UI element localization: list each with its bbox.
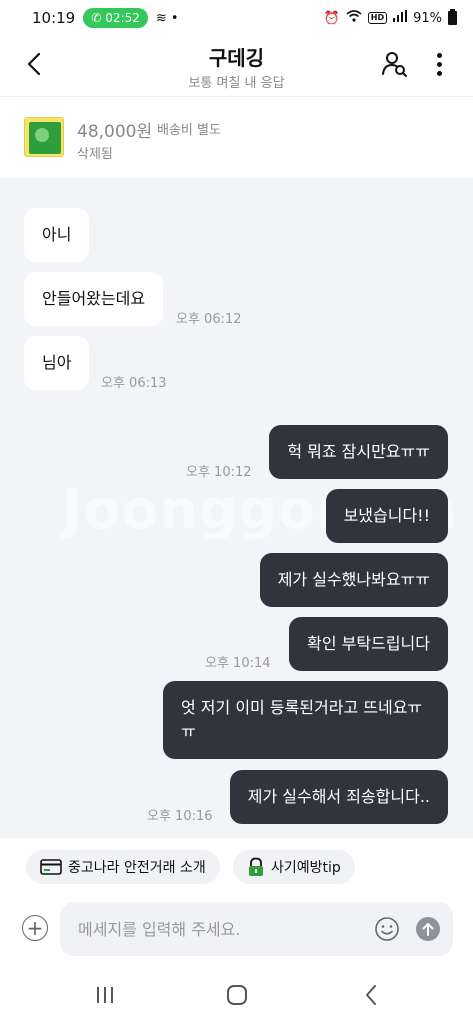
message-input-bar: +	[0, 896, 473, 966]
message-time: 오후 10:16	[147, 809, 213, 824]
notification-icons: ≋ •	[155, 10, 179, 26]
message-outgoing[interactable]: 보냈습니다!!	[325, 489, 448, 543]
message-outgoing[interactable]: 엇 저기 이미 등록된거라고 뜨네요ㅠ ㅠ	[163, 681, 448, 759]
system-back-button[interactable]	[356, 982, 386, 1008]
battery-percent: 91%	[413, 10, 442, 26]
send-button[interactable]	[416, 917, 440, 941]
message-time: 오후 06:13	[101, 376, 167, 391]
signal-icon	[393, 10, 408, 26]
emoji-button[interactable]	[374, 916, 400, 942]
message-time: 오후 10:14	[205, 656, 271, 671]
message-line: ㅠ	[181, 722, 196, 741]
recent-apps-icon	[97, 987, 113, 1003]
hd-icon: HD	[367, 12, 388, 24]
product-info[interactable]: 48,000원 배송비 별도 삭제됨	[0, 96, 473, 178]
attach-button[interactable]: +	[22, 915, 48, 941]
message-outgoing[interactable]: 제가 실수해서 죄송합니다..	[229, 770, 448, 824]
message-incoming[interactable]: 아니	[24, 208, 90, 262]
call-timer: 02:52	[105, 11, 140, 25]
status-bar: 10:19 ✆ 02:52 ≋ • ⏰ HD 91%	[0, 0, 473, 36]
status-time: 10:19	[32, 9, 76, 27]
message-line: 엇 저기 이미 등록된거라고 뜨네요ㅠ	[181, 698, 423, 717]
fraud-tip-button[interactable]: 사기예방tip	[233, 850, 355, 884]
phone-icon: ✆	[91, 11, 102, 25]
plus-icon: +	[26, 916, 44, 940]
safe-trade-button[interactable]: 중고나라 안전거래 소개	[26, 850, 220, 884]
safe-trade-label: 중고나라 안전거래 소개	[68, 860, 206, 876]
battery-icon	[448, 9, 457, 25]
card-icon	[40, 859, 62, 875]
chevron-left-icon	[366, 985, 376, 1005]
message-incoming[interactable]: 안들어왔는데요	[24, 272, 164, 326]
chat-messages[interactable]: Joonggonara 아니 안들어왔는데요 오후 06:12 님아 오후 06…	[0, 178, 473, 838]
message-input-container	[60, 902, 453, 956]
product-status: 삭제됨	[77, 147, 113, 162]
arrow-up-icon	[422, 923, 434, 936]
home-icon	[227, 985, 247, 1005]
message-input[interactable]	[78, 902, 358, 956]
quick-actions: 중고나라 안전거래 소개 사기예방tip	[0, 838, 473, 896]
dot-icon	[436, 61, 442, 67]
lock-icon	[247, 857, 265, 877]
more-options-button[interactable]	[429, 48, 449, 80]
chat-header: 구데깅 보통 며칠 내 응답	[0, 36, 473, 94]
status-icons: ⏰ HD 91%	[323, 9, 457, 26]
product-shipping: 배송비 별도	[157, 123, 221, 138]
message-outgoing[interactable]: 확인 부탁드립니다	[289, 617, 448, 671]
dot-icon	[436, 70, 442, 76]
product-thumbnail	[24, 117, 64, 157]
recent-apps-button[interactable]	[90, 982, 120, 1008]
message-time: 오후 10:12	[186, 465, 252, 480]
system-nav-bar	[0, 966, 473, 1024]
user-search-button[interactable]	[379, 48, 411, 80]
product-price: 48,000원	[77, 122, 153, 142]
message-outgoing[interactable]: 제가 실수했나봐요ㅠㅠ	[259, 553, 448, 607]
home-button[interactable]	[222, 982, 252, 1008]
message-time: 오후 06:12	[176, 312, 242, 327]
dot-icon	[436, 52, 442, 58]
smiley-icon	[375, 917, 399, 941]
call-indicator[interactable]: ✆ 02:52	[83, 8, 148, 28]
alarm-icon: ⏰	[323, 10, 340, 26]
wifi-icon	[346, 10, 362, 26]
message-incoming[interactable]: 님아	[24, 336, 90, 390]
fraud-tip-label: 사기예방tip	[271, 860, 341, 876]
message-outgoing[interactable]: 헉 뭐죠 잠시만요ㅠㅠ	[269, 425, 448, 479]
user-search-icon	[382, 52, 407, 77]
